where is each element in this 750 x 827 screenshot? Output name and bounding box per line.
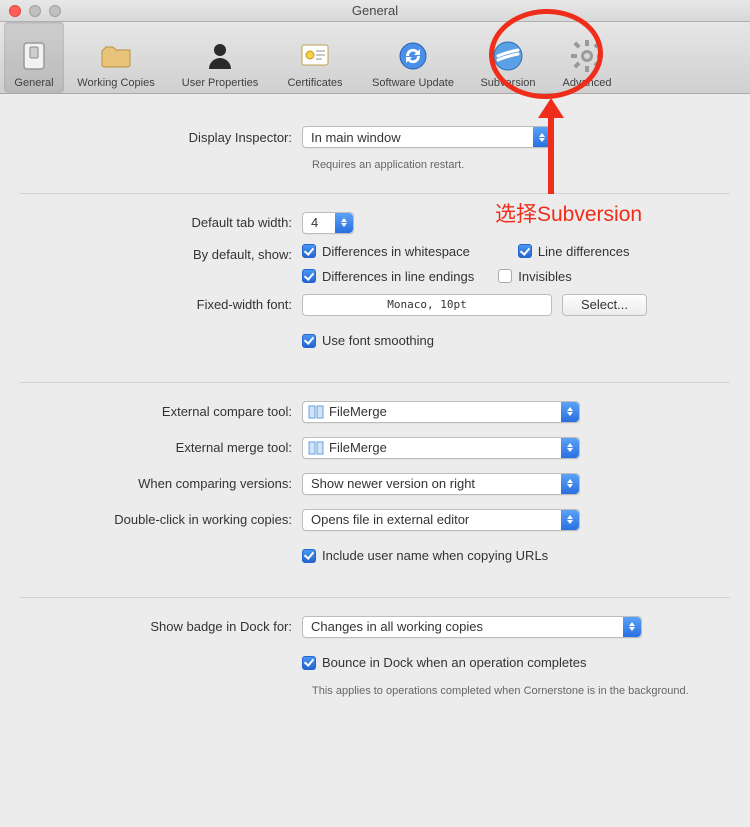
checkbox-label: Differences in line endings bbox=[322, 269, 474, 284]
filemerge-icon bbox=[307, 403, 325, 421]
general-icon bbox=[15, 37, 53, 75]
select-value: In main window bbox=[311, 130, 527, 145]
dock-badge-select[interactable]: Changes in all working copies bbox=[302, 616, 642, 638]
toolbar-label: General bbox=[14, 77, 53, 89]
checkbox-label: Differences in whitespace bbox=[322, 244, 470, 259]
toolbar-tab-certificates[interactable]: Certificates bbox=[272, 22, 358, 93]
checkbox-line-differences[interactable]: Line differences bbox=[518, 244, 630, 259]
checkbox-label: Use font smoothing bbox=[322, 333, 434, 348]
compare-versions-label: When comparing versions: bbox=[20, 476, 302, 491]
annotation-arrow-icon bbox=[536, 98, 566, 198]
tab-width-select[interactable]: 4 bbox=[302, 212, 354, 234]
merge-tool-label: External merge tool: bbox=[20, 440, 302, 455]
toolbar-tab-user-properties[interactable]: User Properties bbox=[168, 22, 272, 93]
checkbox-invisibles[interactable]: Invisibles bbox=[498, 269, 571, 284]
select-value: Opens file in external editor bbox=[311, 512, 555, 527]
chevron-updown-icon bbox=[561, 402, 579, 422]
preferences-pane: Display Inspector: In main window Requir… bbox=[0, 94, 750, 719]
fixed-font-field: Monaco, 10pt bbox=[302, 294, 552, 316]
toolbar-tab-software-update[interactable]: Software Update bbox=[358, 22, 468, 93]
globe-refresh-icon bbox=[394, 37, 432, 75]
toolbar-tab-working-copies[interactable]: Working Copies bbox=[64, 22, 168, 93]
fixed-font-label: Fixed-width font: bbox=[20, 297, 302, 312]
checkbox-label: Line differences bbox=[538, 244, 630, 259]
window-title: General bbox=[0, 3, 750, 18]
compare-versions-select[interactable]: Show newer version on right bbox=[302, 473, 580, 495]
checkbox-label: Bounce in Dock when an operation complet… bbox=[322, 655, 587, 670]
folder-icon bbox=[97, 37, 135, 75]
checkbox-diff-line-endings[interactable]: Differences in line endings bbox=[302, 269, 474, 284]
checkbox-font-smoothing[interactable]: Use font smoothing bbox=[302, 333, 434, 348]
bounce-note: This applies to operations completed whe… bbox=[312, 684, 702, 699]
select-value: FileMerge bbox=[329, 440, 555, 455]
dock-badge-label: Show badge in Dock for: bbox=[20, 619, 302, 634]
tab-width-label: Default tab width: bbox=[20, 215, 302, 230]
compare-tool-select[interactable]: FileMerge bbox=[302, 401, 580, 423]
certificate-icon bbox=[296, 37, 334, 75]
window-titlebar: General bbox=[0, 0, 750, 22]
double-click-select[interactable]: Opens file in external editor bbox=[302, 509, 580, 531]
toolbar-tab-general[interactable]: General bbox=[4, 22, 64, 93]
checkbox-label: Include user name when copying URLs bbox=[322, 548, 548, 563]
by-default-show-label: By default, show: bbox=[20, 244, 302, 262]
checkbox-label: Invisibles bbox=[518, 269, 571, 284]
section-display-inspector: Display Inspector: In main window Requir… bbox=[20, 108, 730, 194]
toolbar-label: Working Copies bbox=[77, 77, 154, 89]
toolbar-label: Software Update bbox=[372, 77, 454, 89]
user-icon bbox=[201, 37, 239, 75]
display-inspector-label: Display Inspector: bbox=[20, 130, 302, 145]
filemerge-icon bbox=[307, 439, 325, 457]
chevron-updown-icon bbox=[335, 213, 353, 233]
toolbar-label: User Properties bbox=[182, 77, 258, 89]
preferences-toolbar: General Working Copies User Properties C… bbox=[0, 22, 750, 94]
chevron-updown-icon bbox=[561, 438, 579, 458]
toolbar-label: Certificates bbox=[287, 77, 342, 89]
chevron-updown-icon bbox=[623, 617, 641, 637]
double-click-label: Double-click in working copies: bbox=[20, 512, 302, 527]
select-value: Show newer version on right bbox=[311, 476, 555, 491]
select-value: FileMerge bbox=[329, 404, 555, 419]
select-value: 4 bbox=[311, 215, 329, 230]
merge-tool-select[interactable]: FileMerge bbox=[302, 437, 580, 459]
checkbox-bounce-dock[interactable]: Bounce in Dock when an operation complet… bbox=[302, 655, 587, 670]
display-inspector-select[interactable]: In main window bbox=[302, 126, 552, 148]
restart-note: Requires an application restart. bbox=[312, 158, 730, 173]
checkbox-diff-whitespace[interactable]: Differences in whitespace bbox=[302, 244, 470, 259]
annotation-text: 选择Subversion bbox=[495, 198, 642, 228]
section-external-tools: External compare tool: FileMerge Externa… bbox=[20, 383, 730, 598]
section-dock: Show badge in Dock for: Changes in all w… bbox=[20, 598, 730, 719]
select-value: Changes in all working copies bbox=[311, 619, 617, 634]
chevron-updown-icon bbox=[561, 510, 579, 530]
chevron-updown-icon bbox=[561, 474, 579, 494]
checkbox-include-username[interactable]: Include user name when copying URLs bbox=[302, 548, 548, 563]
select-font-button[interactable]: Select... bbox=[562, 294, 647, 316]
compare-tool-label: External compare tool: bbox=[20, 404, 302, 419]
